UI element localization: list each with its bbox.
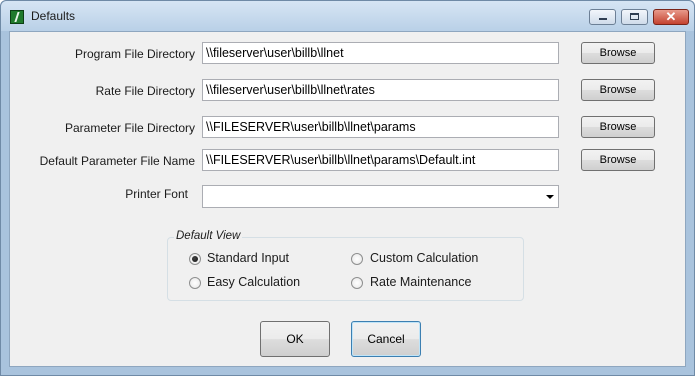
window-title: Defaults	[31, 9, 76, 23]
close-button[interactable]: ✕	[653, 9, 689, 25]
program-file-directory-label: Program File Directory	[74, 47, 195, 61]
rate-file-directory-label: Rate File Directory	[95, 84, 195, 98]
easy-calculation-radio[interactable]	[189, 277, 201, 289]
default-view-title: Default View	[174, 230, 243, 242]
default-parameter-file-name-label: Default Parameter File Name	[39, 154, 195, 168]
rate-file-directory-input[interactable]: \\fileserver\user\billb\llnet\rates	[202, 79, 559, 101]
cancel-button[interactable]: Cancel	[351, 321, 421, 357]
dialog-body: Program File Directory \\fileserver\user…	[9, 31, 686, 367]
parameter-file-directory-input[interactable]: \\FILESERVER\user\billb\llnet\params	[202, 116, 559, 138]
dropdown-arrow-icon[interactable]	[546, 195, 554, 199]
parameter-file-directory-label: Parameter File Directory	[64, 121, 195, 135]
program-file-directory-browse-button[interactable]: Browse	[581, 42, 655, 64]
defaults-window: Defaults ✕ Program File Directory \\file…	[0, 0, 695, 376]
rate-maintenance-radio[interactable]	[351, 277, 363, 289]
ok-button[interactable]: OK	[260, 321, 330, 357]
printer-font-select[interactable]	[202, 185, 559, 208]
close-icon: ✕	[665, 9, 677, 24]
minimize-icon	[599, 18, 607, 20]
easy-calculation-label[interactable]: Easy Calculation	[207, 275, 300, 289]
maximize-icon	[630, 13, 639, 20]
app-icon	[10, 10, 24, 24]
minimize-button[interactable]	[589, 9, 616, 25]
default-view-group: Default View Standard Input Custom Calcu…	[167, 230, 524, 301]
rate-maintenance-label[interactable]: Rate Maintenance	[370, 275, 471, 289]
custom-calculation-radio[interactable]	[351, 253, 363, 265]
parameter-file-directory-browse-button[interactable]: Browse	[581, 116, 655, 138]
maximize-button[interactable]	[621, 9, 648, 25]
custom-calculation-label[interactable]: Custom Calculation	[370, 251, 478, 265]
rate-file-directory-browse-button[interactable]: Browse	[581, 79, 655, 101]
program-file-directory-input[interactable]: \\fileserver\user\billb\llnet	[202, 42, 559, 64]
title-bar[interactable]: Defaults ✕	[1, 1, 694, 31]
standard-input-label[interactable]: Standard Input	[207, 251, 289, 265]
standard-input-radio[interactable]	[189, 253, 201, 265]
printer-font-label: Printer Font	[125, 187, 188, 201]
default-parameter-file-name-input[interactable]: \\FILESERVER\user\billb\llnet\params\Def…	[202, 149, 559, 171]
default-parameter-file-name-browse-button[interactable]: Browse	[581, 149, 655, 171]
radio-selected-dot	[192, 256, 198, 262]
